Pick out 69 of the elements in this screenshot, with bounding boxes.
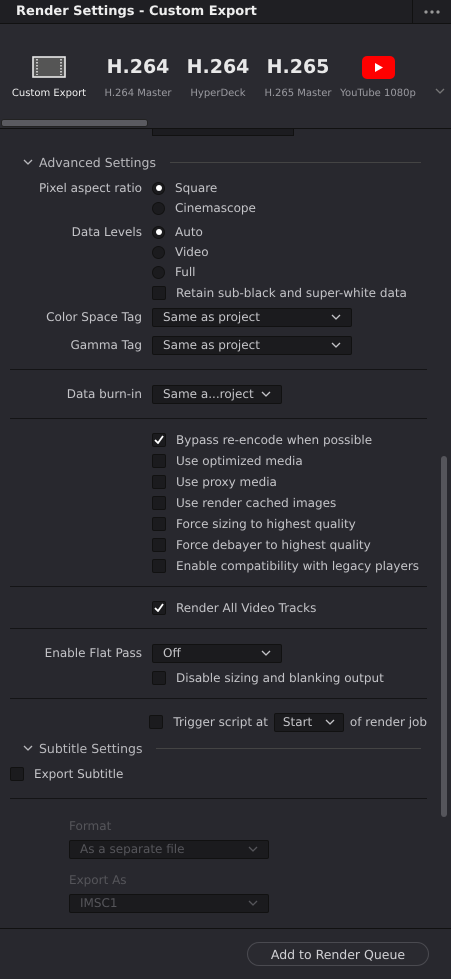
preset-tile[interactable]: H.265 H.265 Master [258,52,338,99]
chevron-down-icon[interactable] [435,88,445,94]
field-label: Pixel aspect ratio [38,180,143,197]
checkbox[interactable] [152,670,166,684]
field-label: Color Space Tag [45,310,143,324]
checkbox[interactable] [152,558,166,572]
dropdown[interactable] [152,129,294,136]
chevron-down-icon [23,159,33,165]
section-header[interactable]: Subtitle Settings [23,740,142,756]
checkbox-label: Use proxy media [176,474,277,488]
checkbox[interactable] [152,454,166,468]
checkbox[interactable] [149,715,164,729]
checkbox[interactable] [152,600,166,614]
checkbox-label: Bypass re-encode when possible [176,432,372,446]
chevron-down-icon [248,900,258,906]
more-options-icon[interactable] [424,10,440,14]
radio-option[interactable]: Square [152,178,256,198]
dropdown[interactable]: Same as project [152,336,352,354]
checkbox[interactable] [152,538,166,552]
checkbox-label: Enable compatibility with legacy players [176,558,420,572]
chevron-down-icon [261,650,271,656]
chevron-down-icon [23,745,33,751]
checkbox-label: Export Subtitle [34,767,124,781]
scrollbar[interactable] [441,456,447,817]
preset-tile[interactable]: H.264 HyperDeck [178,52,258,99]
dropdown[interactable]: Start [274,712,344,732]
window-title: Render Settings - Custom Export [15,4,258,19]
preset-tile[interactable]: H.264 H.264 Master [98,52,178,99]
radio-option[interactable]: Cinemascope [152,198,256,218]
checkbox-label: Trigger script at [173,715,268,729]
field-label: Data burn-in [66,387,143,401]
checkbox[interactable] [152,432,166,446]
codec-label: H.265 [266,56,330,78]
checkbox[interactable] [152,516,166,530]
checkbox[interactable] [10,767,24,781]
checkbox[interactable] [152,474,166,488]
radio-option[interactable]: Auto [152,222,209,242]
radio-option[interactable]: Video [152,242,209,262]
codec-label: H.264 [106,56,170,78]
dropdown[interactable]: Off [152,644,282,662]
field-label: Data Levels [70,224,143,241]
dropdown[interactable]: Same a...roject [152,384,282,404]
section-header[interactable]: Advanced Settings [23,154,156,170]
checkbox-label: Use render cached images [176,496,336,510]
checkbox-label: Force sizing to highest quality [176,516,356,530]
chevron-down-icon [324,719,335,725]
preset-tile[interactable]: YouTube 1080p [338,52,418,99]
radio-option[interactable]: Full [152,262,209,282]
field-label: Enable Flat Pass [44,646,143,660]
checkbox-label: Use optimized media [176,454,303,468]
scrollbar[interactable] [1,119,148,127]
play-logo-icon [362,56,394,78]
checkbox-label: Disable sizing and blanking output [176,670,384,684]
film-strip-icon [32,56,66,78]
chevron-down-icon [331,314,341,320]
dropdown[interactable]: Same as project [152,308,352,326]
checkbox-label: Render All Video Tracks [176,600,316,614]
checkbox-label: Force debayer to highest quality [176,538,371,552]
checkbox-label: Retain sub-black and super-white data [176,286,407,300]
chevron-down-icon [331,342,341,348]
checkbox[interactable] [152,286,166,300]
add-to-queue-button[interactable]: Add to Render Queue [247,942,429,966]
preset-tile[interactable]: Custom Export [0,52,98,99]
field-label: Gamma Tag [69,338,143,352]
checkbox[interactable] [152,496,166,510]
codec-label: H.264 [186,56,250,78]
chevron-down-icon [248,846,258,852]
chevron-down-icon [261,391,271,397]
field-label: of render job [350,715,427,729]
